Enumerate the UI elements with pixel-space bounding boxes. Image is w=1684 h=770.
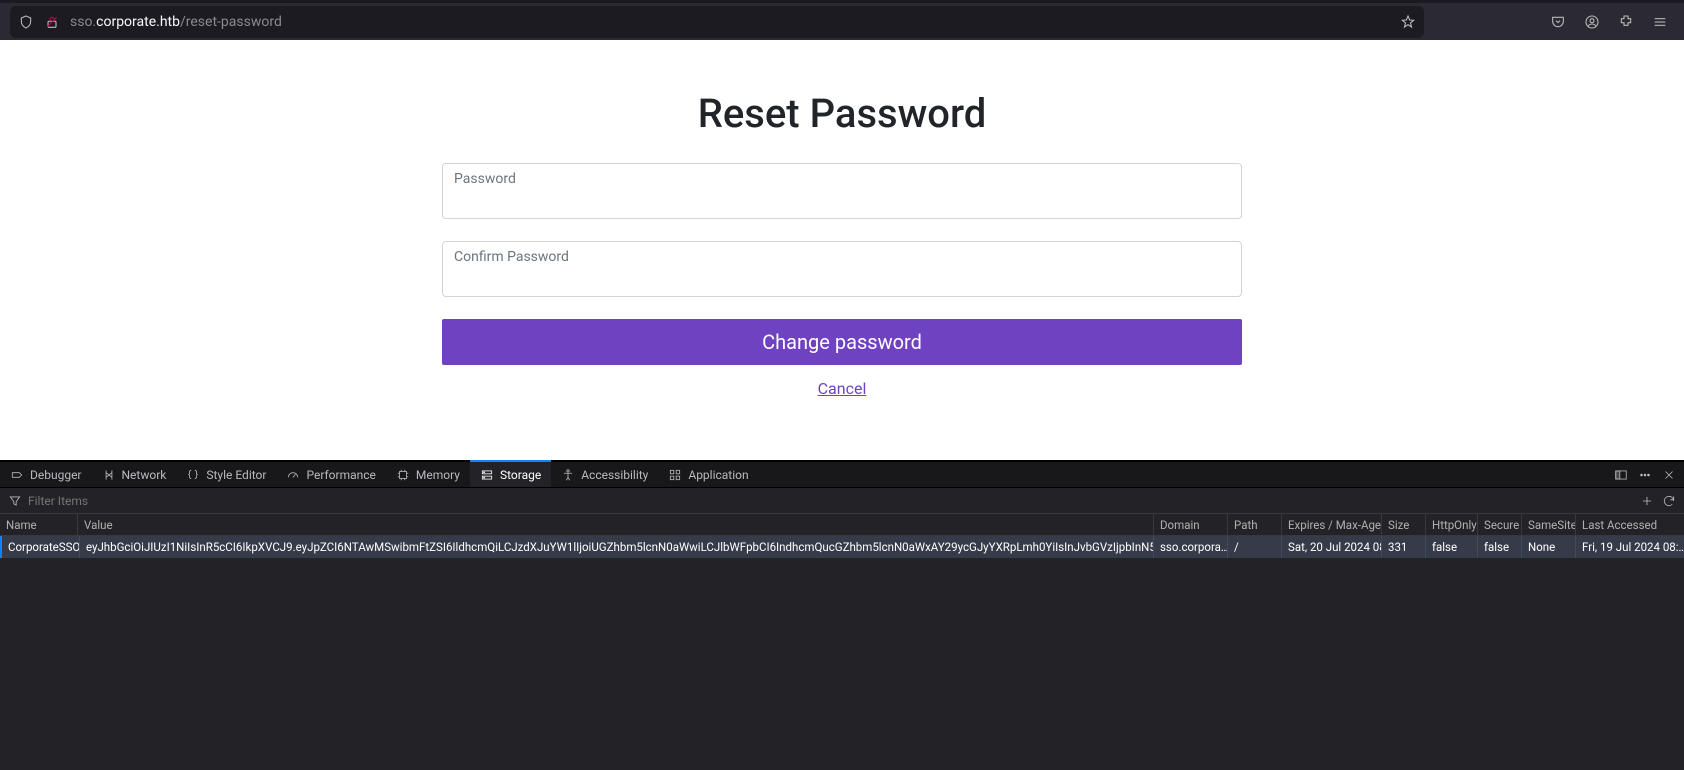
tab-style-editor[interactable]: Style Editor (176, 462, 276, 487)
col-expires[interactable]: Expires / Max-Age (1282, 514, 1382, 535)
col-size[interactable]: Size (1382, 514, 1426, 535)
cell-httponly: false (1426, 536, 1478, 558)
close-icon[interactable] (1662, 468, 1676, 482)
password-field-wrap: Password (442, 163, 1242, 219)
password-input[interactable] (442, 163, 1242, 219)
bookmark-star-icon[interactable] (1400, 14, 1416, 30)
plus-icon[interactable] (1640, 494, 1654, 508)
network-icon (102, 468, 116, 482)
accessibility-icon (561, 468, 575, 482)
refresh-icon[interactable] (1662, 494, 1676, 508)
storage-icon (480, 468, 494, 482)
gauge-icon (286, 468, 300, 482)
cell-path: / (1228, 536, 1282, 558)
devtools-right-icons (1606, 462, 1684, 487)
table-row[interactable]: CorporateSSO eyJhbGciOiJIUzI1NiIsInR5cCI… (0, 536, 1684, 558)
chrome-right-icons (1550, 14, 1674, 30)
debugger-icon (10, 468, 24, 482)
tab-accessibility[interactable]: Accessibility (551, 462, 658, 487)
tab-label: Debugger (30, 468, 82, 482)
kebab-icon[interactable] (1638, 468, 1652, 482)
cell-value: eyJhbGciOiJIUzI1NiIsInR5cCI6IkpXVCJ9.eyJ… (80, 536, 1154, 558)
pocket-icon[interactable] (1550, 14, 1566, 30)
tab-debugger[interactable]: Debugger (0, 462, 92, 487)
col-path[interactable]: Path (1228, 514, 1282, 535)
account-icon[interactable] (1584, 14, 1600, 30)
memory-icon (396, 468, 410, 482)
devtools-filter-bar (0, 488, 1684, 514)
confirm-password-input[interactable] (442, 241, 1242, 297)
tab-label: Style Editor (206, 468, 266, 482)
cell-expires: Sat, 20 Jul 2024 08:… (1282, 536, 1382, 558)
tab-label: Network (122, 468, 167, 482)
col-samesite[interactable]: SameSite (1522, 514, 1576, 535)
col-name[interactable]: Name (0, 514, 78, 535)
grid-icon (668, 468, 682, 482)
tab-label: Accessibility (581, 468, 648, 482)
page-content: Reset Password Password Confirm Password… (0, 40, 1684, 460)
reset-password-form: Reset Password Password Confirm Password… (442, 40, 1242, 398)
shield-icon (18, 14, 34, 30)
tab-label: Performance (306, 468, 375, 482)
devtools-tabs: Debugger Network Style Editor Performanc… (0, 460, 1684, 488)
browser-chrome: sso.corporate.htb/reset-password (0, 0, 1684, 40)
table-header: Name Value Domain Path Expires / Max-Age… (0, 514, 1684, 536)
dock-side-icon[interactable] (1614, 468, 1628, 482)
tab-label: Memory (416, 468, 460, 482)
url-text: sso.corporate.htb/reset-password (70, 14, 1390, 30)
cell-domain: sso.corpora… (1154, 536, 1228, 558)
tab-label: Application (688, 468, 748, 482)
tab-memory[interactable]: Memory (386, 462, 470, 487)
braces-icon (186, 468, 200, 482)
cell-secure: false (1478, 536, 1522, 558)
change-password-button[interactable]: Change password (442, 319, 1242, 365)
tab-application[interactable]: Application (658, 462, 758, 487)
funnel-icon (8, 494, 22, 508)
cell-last: Fri, 19 Jul 2024 08:… (1576, 536, 1684, 558)
cell-size: 331 (1382, 536, 1426, 558)
lock-insecure-icon (44, 14, 60, 30)
col-secure[interactable]: Secure (1478, 514, 1522, 535)
extensions-icon[interactable] (1618, 14, 1634, 30)
filter-input[interactable] (28, 494, 328, 508)
url-bar[interactable]: sso.corporate.htb/reset-password (10, 6, 1424, 38)
col-value[interactable]: Value (78, 514, 1154, 535)
tab-label: Storage (500, 468, 541, 482)
cancel-link[interactable]: Cancel (818, 379, 867, 398)
confirm-password-field-wrap: Confirm Password (442, 241, 1242, 297)
menu-icon[interactable] (1652, 14, 1668, 30)
cell-samesite: None (1522, 536, 1576, 558)
tab-storage[interactable]: Storage (470, 460, 551, 487)
cell-name: CorporateSSO (2, 536, 80, 558)
tab-performance[interactable]: Performance (276, 462, 385, 487)
col-domain[interactable]: Domain (1154, 514, 1228, 535)
devtools-panel: Debugger Network Style Editor Performanc… (0, 460, 1684, 770)
page-title: Reset Password (442, 90, 1242, 137)
col-last-accessed[interactable]: Last Accessed (1576, 514, 1684, 535)
cookies-table: Name Value Domain Path Expires / Max-Age… (0, 514, 1684, 770)
tab-network[interactable]: Network (92, 462, 177, 487)
col-httponly[interactable]: HttpOnly (1426, 514, 1478, 535)
